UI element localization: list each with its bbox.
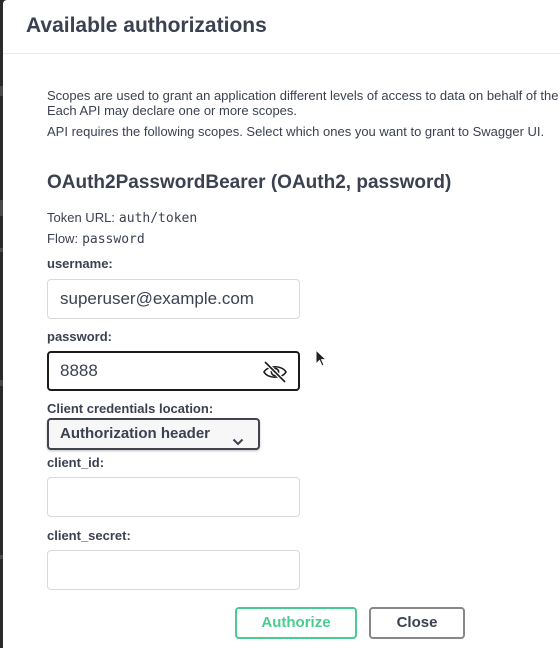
- client-credentials-select[interactable]: Authorization header: [47, 418, 260, 450]
- flow-label: Flow:: [47, 231, 79, 246]
- client-id-label: client_id:: [47, 455, 105, 470]
- authorize-button[interactable]: Authorize: [235, 607, 357, 639]
- client-id-input[interactable]: [47, 477, 300, 517]
- scopes-description: Scopes are used to grant an application …: [47, 88, 558, 139]
- password-input[interactable]: 8888: [47, 351, 300, 391]
- flow-row: Flow: password: [47, 231, 145, 247]
- flow-value: password: [82, 232, 145, 247]
- eye-slash-icon[interactable]: [262, 360, 288, 384]
- auth-scheme-title: OAuth2PasswordBearer (OAuth2, password): [47, 172, 452, 193]
- mouse-cursor-icon: [315, 348, 329, 369]
- close-button[interactable]: Close: [369, 607, 465, 639]
- scopes-description-line1: Scopes are used to grant an application …: [47, 88, 559, 103]
- username-label: username:: [47, 256, 113, 271]
- chevron-down-icon: [232, 429, 244, 446]
- modal-header: Available authorizations: [3, 0, 560, 54]
- token-url-label: Token URL:: [47, 210, 115, 225]
- client-secret-label: client_secret:: [47, 528, 131, 543]
- client-credentials-selected: Authorization header: [60, 425, 211, 442]
- username-input[interactable]: superuser@example.com: [47, 279, 300, 319]
- authorization-modal: Available authorizations Scopes are used…: [3, 0, 560, 648]
- password-label: password:: [47, 329, 113, 344]
- scopes-required-text: API requires the following scopes. Selec…: [47, 124, 545, 139]
- scopes-description-line2: Each API may declare one or more scopes.: [47, 103, 298, 118]
- modal-title: Available authorizations: [26, 14, 267, 37]
- token-url-value: auth/token: [118, 211, 198, 226]
- client-credentials-label: Client credentials location:: [47, 401, 214, 416]
- token-url-row: Token URL: auth/token: [47, 210, 197, 226]
- client-secret-input[interactable]: [47, 550, 300, 590]
- password-value: 8888: [60, 361, 98, 380]
